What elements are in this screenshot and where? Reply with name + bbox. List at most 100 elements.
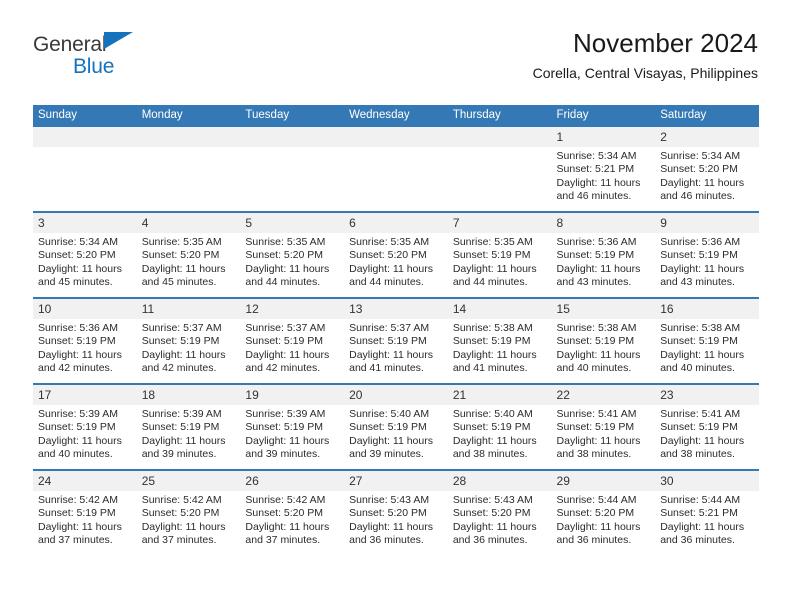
calendar-day-cell[interactable]: 23 Sunrise: 5:41 AM Sunset: 5:19 PM Dayligh… [655,383,759,470]
sunrise-text: Sunrise: 5:35 AM [452,236,533,248]
calendar-day-cell[interactable]: 12 Sunrise: 5:37 AM Sunset: 5:19 PM Dayligh… [240,297,345,384]
daylight-text: Daylight: 11 hours and 42 minutes. [141,348,226,375]
sunrise-text: Sunrise: 5:36 AM [556,236,637,248]
weekday-header-monday: Monday [136,105,241,127]
sunset-text: Sunset: 5:20 PM [349,249,427,262]
title-block: November 2024 Corella, Central Visayas, … [533,26,758,82]
sunset-text: Sunset: 5:20 PM [556,507,635,520]
sunset-text: Sunset: 5:21 PM [660,507,738,520]
calendar-day-cell[interactable]: 1 Sunrise: 5:34 AM Sunset: 5:21 PM Daylight… [551,127,656,212]
calendar-day-cell[interactable]: 21 Sunrise: 5:40 AM Sunset: 5:19 PM Dayligh… [447,383,552,470]
day-number: 8 [551,213,656,233]
calendar-cell-empty [33,127,137,212]
day-number [447,127,552,147]
daylight-text: Daylight: 11 hours and 43 minutes. [660,262,745,289]
calendar-day-cell[interactable]: 19 Sunrise: 5:39 AM Sunset: 5:19 PM Dayligh… [240,383,345,470]
calendar-day-cell[interactable]: 10 Sunrise: 5:36 AM Sunset: 5:19 PM Dayligh… [33,297,137,384]
sunset-text: Sunset: 5:19 PM [245,421,324,434]
calendar-week-row: 3 Sunrise: 5:34 AM Sunset: 5:20 PM Daylight… [33,211,759,298]
day-sun-info: Sunrise: 5:34 AM Sunset: 5:20 PM Daylight:… [33,233,137,290]
calendar-week-row: 10 Sunrise: 5:36 AM Sunset: 5:19 PM Dayligh… [33,297,759,384]
daylight-text: Daylight: 11 hours and 45 minutes. [141,262,226,289]
sunrise-text: Sunrise: 5:34 AM [660,150,741,162]
day-number: 18 [136,385,241,405]
sunrise-text: Sunrise: 5:39 AM [141,408,222,420]
day-number: 10 [33,299,137,319]
calendar-day-cell[interactable]: 17 Sunrise: 5:39 AM Sunset: 5:19 PM Dayligh… [33,383,137,470]
day-number: 3 [33,213,137,233]
calendar-day-cell[interactable]: 30 Sunrise: 5:44 AM Sunset: 5:21 PM Dayligh… [655,469,759,555]
weekday-header-thursday: Thursday [447,105,552,127]
calendar-cell-empty [344,127,448,212]
day-number: 11 [136,299,241,319]
sunrise-text: Sunrise: 5:35 AM [141,236,222,248]
sunrise-text: Sunrise: 5:42 AM [245,494,326,506]
sunset-text: Sunset: 5:20 PM [141,249,220,262]
generalblue-logo[interactable]: General Blue [33,32,223,80]
day-number: 5 [240,213,345,233]
triangle-icon [104,32,134,49]
calendar-day-cell[interactable]: 4 Sunrise: 5:35 AM Sunset: 5:20 PM Daylight… [136,211,241,298]
calendar-day-cell[interactable]: 11 Sunrise: 5:37 AM Sunset: 5:19 PM Dayligh… [136,297,241,384]
daylight-text: Daylight: 11 hours and 38 minutes. [556,434,641,461]
weekday-header-row: Sunday Monday Tuesday Wednesday Thursday… [33,105,759,127]
calendar-day-cell[interactable]: 6 Sunrise: 5:35 AM Sunset: 5:20 PM Daylight… [344,211,448,298]
calendar-day-cell[interactable]: 2 Sunrise: 5:34 AM Sunset: 5:20 PM Daylight… [655,127,759,212]
day-number: 1 [551,127,656,147]
calendar-day-cell[interactable]: 28 Sunrise: 5:43 AM Sunset: 5:20 PM Dayligh… [447,469,552,555]
calendar-day-cell[interactable]: 22 Sunrise: 5:41 AM Sunset: 5:19 PM Dayligh… [551,383,656,470]
daylight-text: Daylight: 11 hours and 43 minutes. [556,262,641,289]
daylight-text: Daylight: 11 hours and 40 minutes. [556,348,641,375]
calendar-day-cell[interactable]: 18 Sunrise: 5:39 AM Sunset: 5:19 PM Dayligh… [136,383,241,470]
calendar-day-cell[interactable]: 14 Sunrise: 5:38 AM Sunset: 5:19 PM Dayligh… [447,297,552,384]
calendar-grid: Sunday Monday Tuesday Wednesday Thursday… [33,105,759,555]
calendar-day-cell[interactable]: 29 Sunrise: 5:44 AM Sunset: 5:20 PM Dayligh… [551,469,656,555]
daylight-text: Daylight: 11 hours and 36 minutes. [452,520,537,547]
sunrise-text: Sunrise: 5:40 AM [349,408,430,420]
calendar-day-cell[interactable]: 9 Sunrise: 5:36 AM Sunset: 5:19 PM Daylight… [655,211,759,298]
day-number: 12 [240,299,345,319]
sunset-text: Sunset: 5:19 PM [556,249,635,262]
sunrise-text: Sunrise: 5:42 AM [38,494,118,506]
calendar-day-cell[interactable]: 15 Sunrise: 5:38 AM Sunset: 5:19 PM Dayligh… [551,297,656,384]
calendar-day-cell[interactable]: 25 Sunrise: 5:42 AM Sunset: 5:20 PM Dayligh… [136,469,241,555]
day-number: 26 [240,471,345,491]
calendar-week-row: 24 Sunrise: 5:42 AM Sunset: 5:19 PM Dayligh… [33,469,759,555]
calendar-day-cell[interactable]: 3 Sunrise: 5:34 AM Sunset: 5:20 PM Daylight… [33,211,137,298]
day-number: 14 [447,299,552,319]
day-sun-info: Sunrise: 5:36 AM Sunset: 5:19 PM Daylight:… [552,233,656,290]
day-number: 25 [136,471,241,491]
calendar-day-cell[interactable]: 26 Sunrise: 5:42 AM Sunset: 5:20 PM Dayligh… [240,469,345,555]
day-sun-info: Sunrise: 5:44 AM Sunset: 5:20 PM Daylight:… [552,491,656,548]
calendar-day-cell[interactable]: 8 Sunrise: 5:36 AM Sunset: 5:19 PM Daylight… [551,211,656,298]
sunset-text: Sunset: 5:21 PM [556,163,635,176]
day-sun-info: Sunrise: 5:36 AM Sunset: 5:19 PM Daylight:… [655,233,759,290]
sunrise-text: Sunrise: 5:35 AM [349,236,430,248]
sunrise-text: Sunrise: 5:41 AM [660,408,741,420]
calendar-page: General Blue November 2024 Corella, Cent… [0,0,792,612]
daylight-text: Daylight: 11 hours and 38 minutes. [660,434,745,461]
daylight-text: Daylight: 11 hours and 42 minutes. [38,348,122,375]
daylight-text: Daylight: 11 hours and 38 minutes. [452,434,537,461]
calendar-day-cell[interactable]: 24 Sunrise: 5:42 AM Sunset: 5:19 PM Dayligh… [33,469,137,555]
sunset-text: Sunset: 5:20 PM [660,163,738,176]
calendar-day-cell[interactable]: 13 Sunrise: 5:37 AM Sunset: 5:19 PM Dayligh… [344,297,448,384]
day-number: 21 [447,385,552,405]
day-sun-info: Sunrise: 5:35 AM Sunset: 5:20 PM Daylight:… [240,233,344,290]
sunrise-text: Sunrise: 5:36 AM [38,322,118,334]
sunrise-text: Sunrise: 5:37 AM [141,322,222,334]
sunrise-text: Sunrise: 5:43 AM [349,494,430,506]
sunrise-text: Sunrise: 5:43 AM [452,494,533,506]
calendar-day-cell[interactable]: 5 Sunrise: 5:35 AM Sunset: 5:20 PM Daylight… [240,211,345,298]
day-sun-info: Sunrise: 5:34 AM Sunset: 5:20 PM Daylight:… [655,147,759,204]
calendar-day-cell[interactable]: 7 Sunrise: 5:35 AM Sunset: 5:19 PM Daylight… [447,211,552,298]
sunrise-text: Sunrise: 5:38 AM [452,322,533,334]
day-number: 28 [447,471,552,491]
calendar-day-cell[interactable]: 16 Sunrise: 5:38 AM Sunset: 5:19 PM Dayligh… [655,297,759,384]
day-sun-info: Sunrise: 5:44 AM Sunset: 5:21 PM Daylight:… [655,491,759,548]
calendar-cell-empty [447,127,552,212]
calendar-day-cell[interactable]: 27 Sunrise: 5:43 AM Sunset: 5:20 PM Dayligh… [344,469,448,555]
calendar-day-cell[interactable]: 20 Sunrise: 5:40 AM Sunset: 5:19 PM Dayligh… [344,383,448,470]
sunset-text: Sunset: 5:19 PM [38,421,116,434]
day-number [136,127,241,147]
